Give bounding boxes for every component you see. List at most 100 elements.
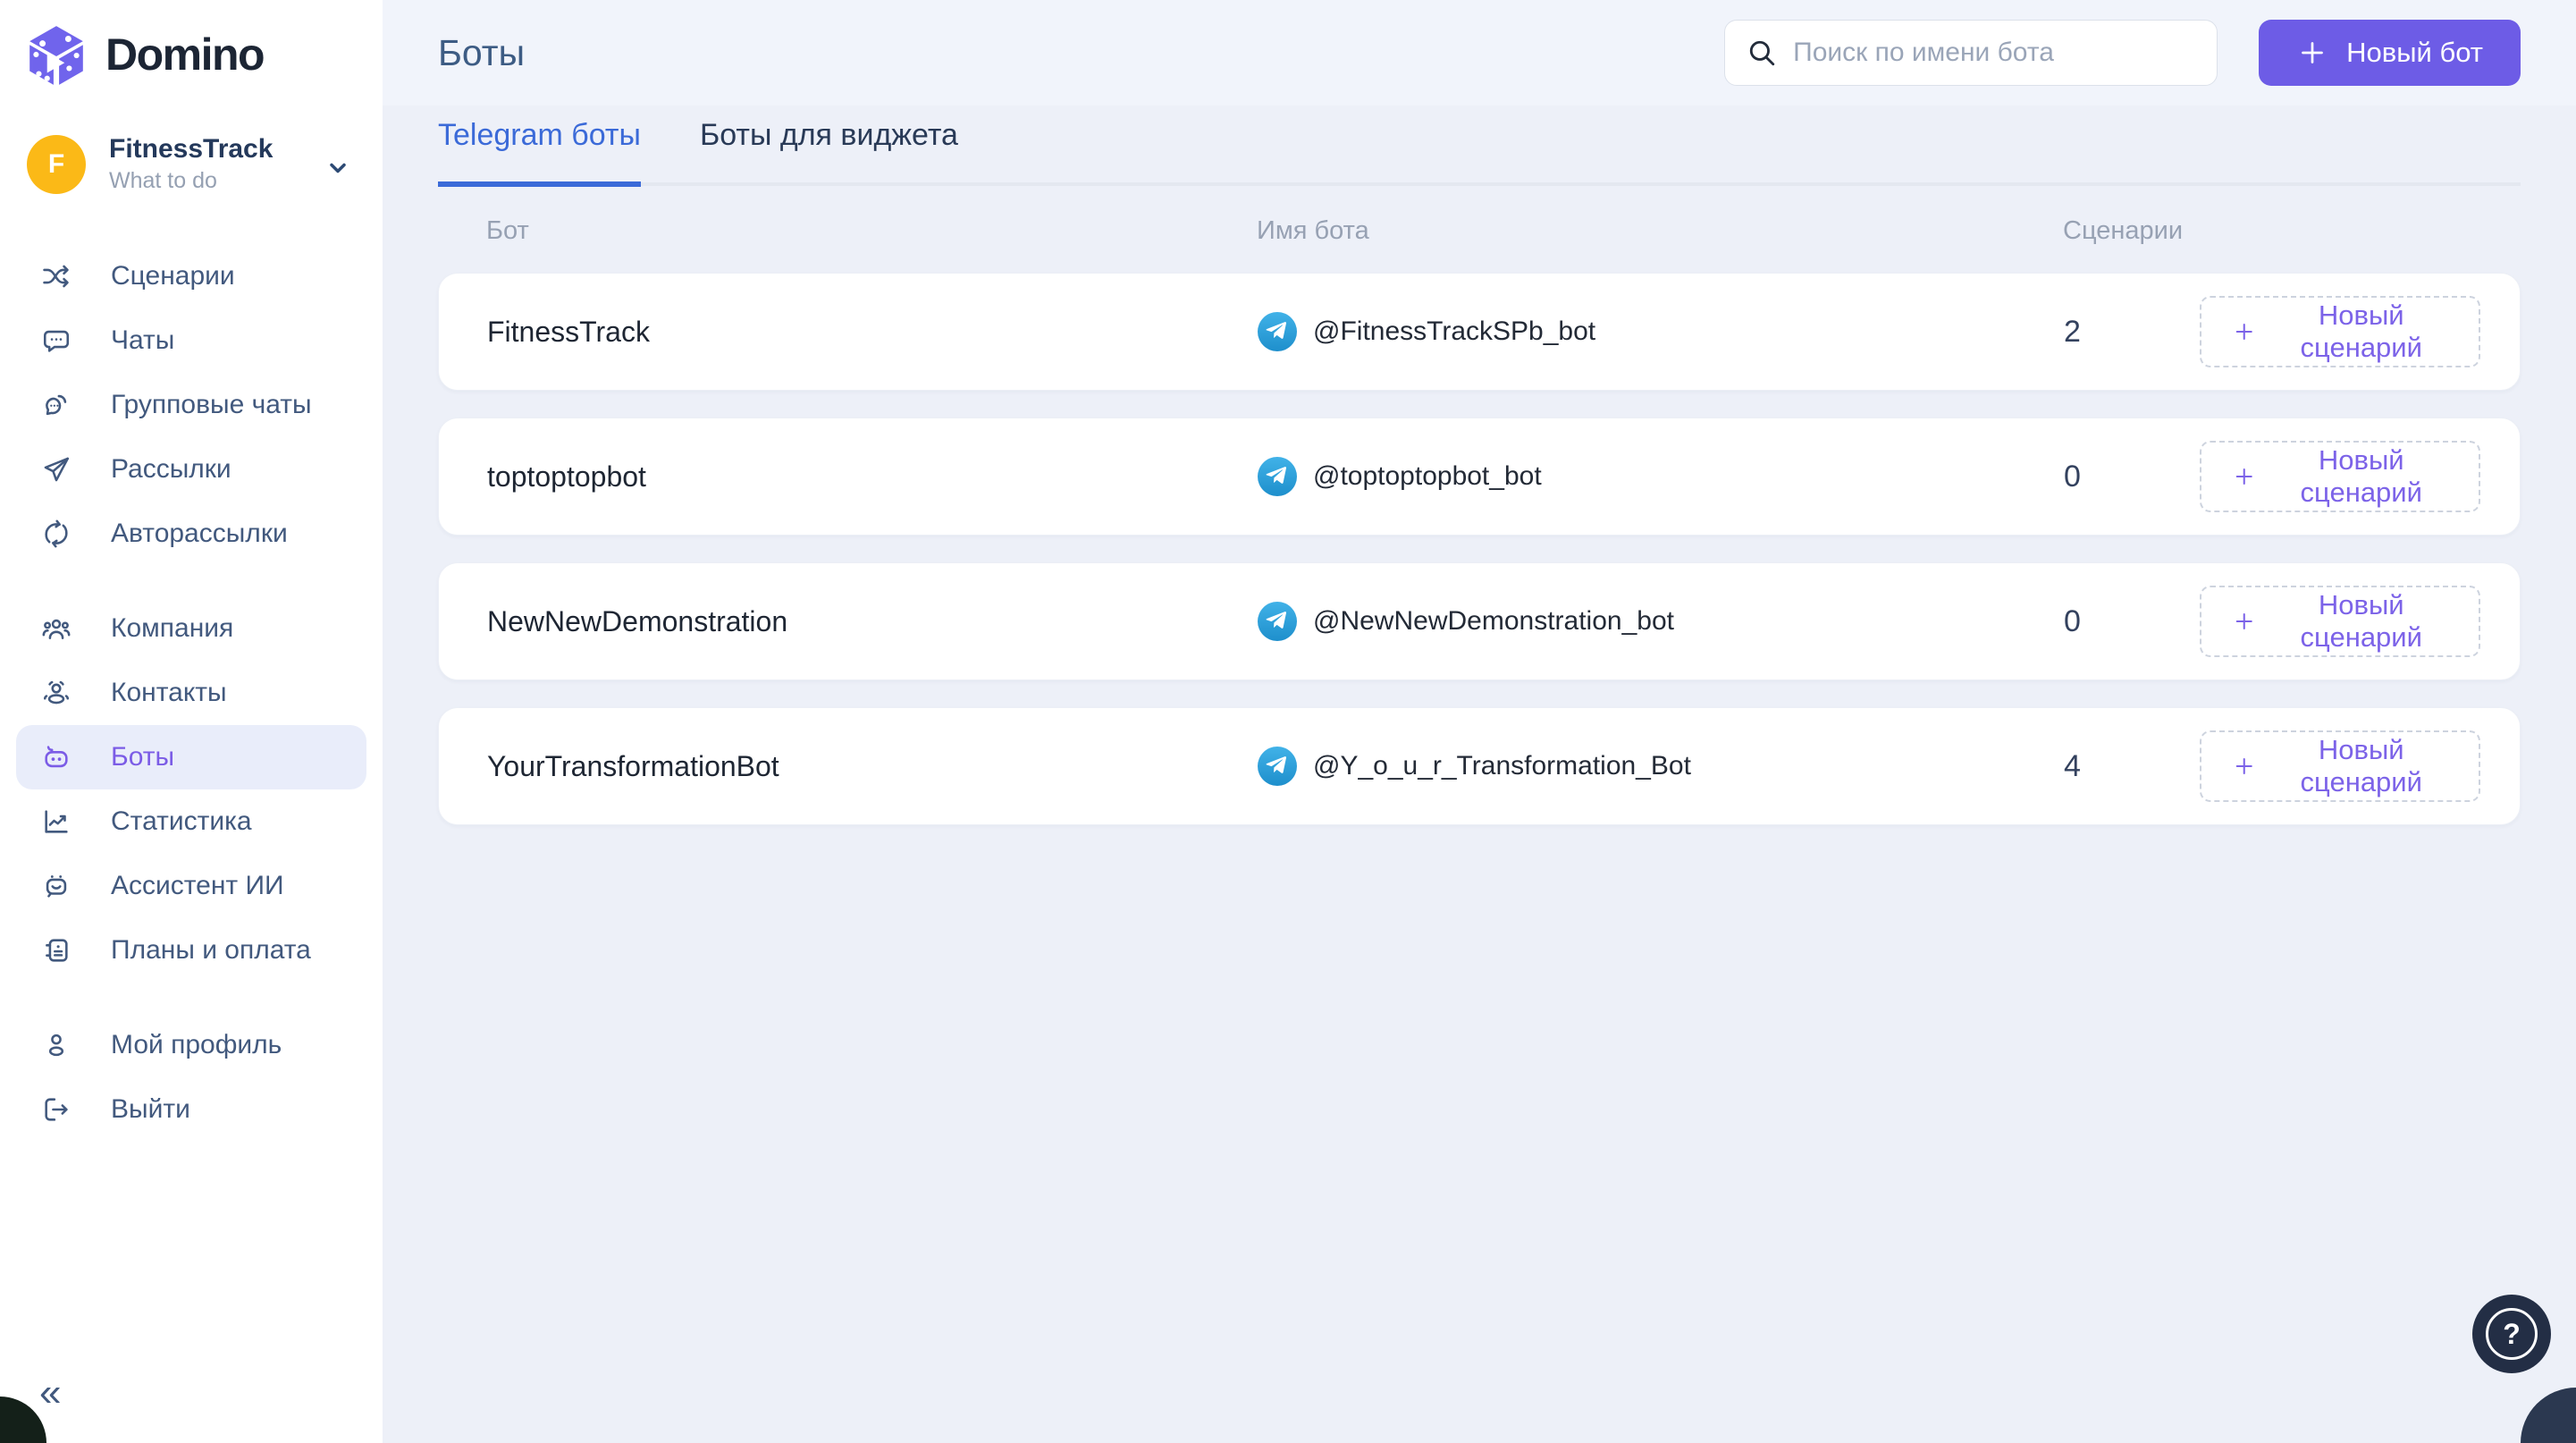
telegram-icon	[1258, 312, 1297, 351]
brand-name: Domino	[105, 30, 265, 80]
bot-name: YourTransformationBot	[487, 749, 779, 782]
sidebar-item-my-profile[interactable]: Мой профиль	[16, 1013, 366, 1077]
question-mark-icon: ?	[2486, 1308, 2538, 1360]
new-scenario-button[interactable]: Новый сценарий	[2200, 586, 2480, 657]
sidebar-menu: Сценарии Чаты Групповые чаты Рассылки Ав…	[0, 244, 383, 1142]
company-people-icon	[42, 619, 71, 639]
sidebar-item-label: Выйти	[111, 1094, 190, 1124]
sidebar-item-contacts[interactable]: Контакты	[16, 661, 366, 725]
sidebar-item-plans-billing[interactable]: Планы и оплата	[16, 918, 366, 983]
column-header-bot-name: Имя бота	[1257, 216, 1369, 245]
bot-name: FitnessTrack	[487, 315, 650, 348]
ai-assistant-icon	[46, 875, 67, 898]
new-scenario-button[interactable]: Новый сценарий	[2200, 296, 2480, 367]
bot-row[interactable]: FitnessTrack @FitnessTrackSPb_bot 2 Новы…	[438, 273, 2521, 391]
sidebar-item-label: Компания	[111, 613, 234, 643]
sidebar-item-label: Контакты	[111, 678, 227, 707]
logout-icon	[45, 1098, 68, 1121]
bot-row[interactable]: toptoptopbot @toptoptopbot_bot 0 Новый с…	[438, 418, 2521, 536]
workspace-name: FitnessTrack	[109, 134, 274, 164]
sidebar-item-auto-broadcasts[interactable]: Авторассылки	[16, 502, 366, 566]
sidebar: Domino F FitnessTrack What to do Сценари…	[0, 0, 383, 1443]
shuffle-icon	[43, 265, 69, 288]
tab-telegram-bots[interactable]: Telegram боты	[438, 118, 641, 187]
bot-search	[1724, 20, 2218, 86]
paper-plane-icon	[44, 457, 70, 482]
scenario-count: 4	[2064, 748, 2081, 783]
new-scenario-button[interactable]: Новый сценарий	[2200, 730, 2480, 802]
stats-chart-icon	[45, 810, 68, 833]
workspace-selector[interactable]: F FitnessTrack What to do	[0, 134, 383, 194]
bot-name: toptoptopbot	[487, 460, 646, 493]
chat-icon	[43, 330, 70, 352]
new-scenario-button[interactable]: Новый сценарий	[2200, 441, 2480, 512]
chevron-down-icon	[330, 163, 346, 173]
brand-logo[interactable]: Domino	[0, 0, 383, 88]
plus-icon	[2235, 612, 2252, 630]
new-scenario-label: Новый сценарий	[2300, 734, 2422, 797]
bot-handle: @FitnessTrackSPb_bot	[1313, 316, 1596, 346]
new-bot-button[interactable]: Новый бот	[2259, 20, 2521, 86]
sidebar-item-company[interactable]: Компания	[16, 596, 366, 661]
help-button[interactable]: ?	[2472, 1295, 2551, 1373]
search-input[interactable]	[1793, 38, 2196, 68]
repeat-loop-icon	[45, 519, 68, 548]
sidebar-item-label: Сценарии	[111, 261, 235, 291]
sidebar-item-label: Чаты	[111, 325, 175, 355]
workspace-subtitle: What to do	[109, 168, 217, 193]
group-chat-icon	[46, 394, 67, 416]
bot-handle: @toptoptopbot_bot	[1313, 461, 1542, 491]
bot-handle: @NewNewDemonstration_bot	[1313, 606, 1674, 636]
page-header: Боты Новый бот	[383, 0, 2576, 105]
telegram-icon	[1258, 457, 1297, 496]
page-title: Боты	[438, 31, 526, 73]
sidebar-item-statistics[interactable]: Статистика	[16, 789, 366, 854]
user-icon	[48, 1034, 64, 1057]
sidebar-item-broadcasts[interactable]: Рассылки	[16, 437, 366, 502]
bot-tabs: Telegram боты Боты для виджета	[438, 118, 2521, 187]
sidebar-item-chats[interactable]: Чаты	[16, 308, 366, 373]
column-header-scenarios: Сценарии	[2063, 216, 2184, 245]
sidebar-item-label: Рассылки	[111, 454, 232, 484]
search-icon	[1749, 40, 1775, 66]
new-scenario-label: Новый сценарий	[2300, 589, 2422, 653]
sidebar-item-label: Планы и оплата	[111, 935, 311, 965]
sidebar-item-logout[interactable]: Выйти	[16, 1077, 366, 1142]
new-scenario-label: Новый сценарий	[2300, 444, 2422, 508]
bot-handle: @Y_o_u_r_Transformation_Bot	[1313, 751, 1691, 781]
sidebar-item-scenarios[interactable]: Сценарии	[16, 244, 366, 308]
domino-logo-icon	[29, 26, 83, 85]
sidebar-item-label: Авторассылки	[111, 519, 288, 548]
bot-row[interactable]: NewNewDemonstration @NewNewDemonstration…	[438, 562, 2521, 680]
sidebar-item-label: Мой профиль	[111, 1030, 282, 1059]
workspace-avatar: F	[27, 134, 86, 194]
tab-widget-bots[interactable]: Боты для виджета	[700, 118, 958, 187]
telegram-icon	[1258, 747, 1297, 786]
sidebar-item-group-chats[interactable]: Групповые чаты	[16, 373, 366, 437]
telegram-icon	[1258, 602, 1297, 641]
new-bot-button-label: Новый бот	[2346, 37, 2483, 68]
sidebar-item-ai-assistant[interactable]: Ассистент ИИ	[16, 854, 366, 918]
sidebar-item-label: Боты	[111, 742, 175, 772]
main-content: Боты Новый бот Telegram боты Боты для ви…	[383, 0, 2576, 1443]
help-button-label: ?	[2503, 1317, 2521, 1350]
scenario-count: 2	[2064, 314, 2081, 349]
sidebar-item-label: Статистика	[111, 806, 252, 836]
scenario-count: 0	[2064, 603, 2081, 638]
bot-row[interactable]: YourTransformationBot @Y_o_u_r_Transform…	[438, 707, 2521, 825]
plus-icon	[2235, 468, 2252, 485]
bot-name: NewNewDemonstration	[487, 604, 788, 637]
app-root: Domino F FitnessTrack What to do Сценари…	[0, 0, 2576, 1443]
plus-icon	[2235, 757, 2252, 775]
new-scenario-label: Новый сценарий	[2300, 300, 2422, 363]
scenario-count: 0	[2064, 459, 2081, 494]
sidebar-item-bots[interactable]: Боты	[16, 725, 366, 789]
column-header-bot: Бот	[486, 216, 529, 245]
sidebar-collapse-button[interactable]: «	[0, 1373, 383, 1443]
plus-icon	[2302, 42, 2324, 63]
billing-card-icon	[46, 939, 68, 962]
plus-icon	[2235, 323, 2252, 341]
table-header: Бот Имя бота Сценарии	[438, 216, 2521, 246]
sidebar-item-label: Групповые чаты	[111, 390, 312, 419]
